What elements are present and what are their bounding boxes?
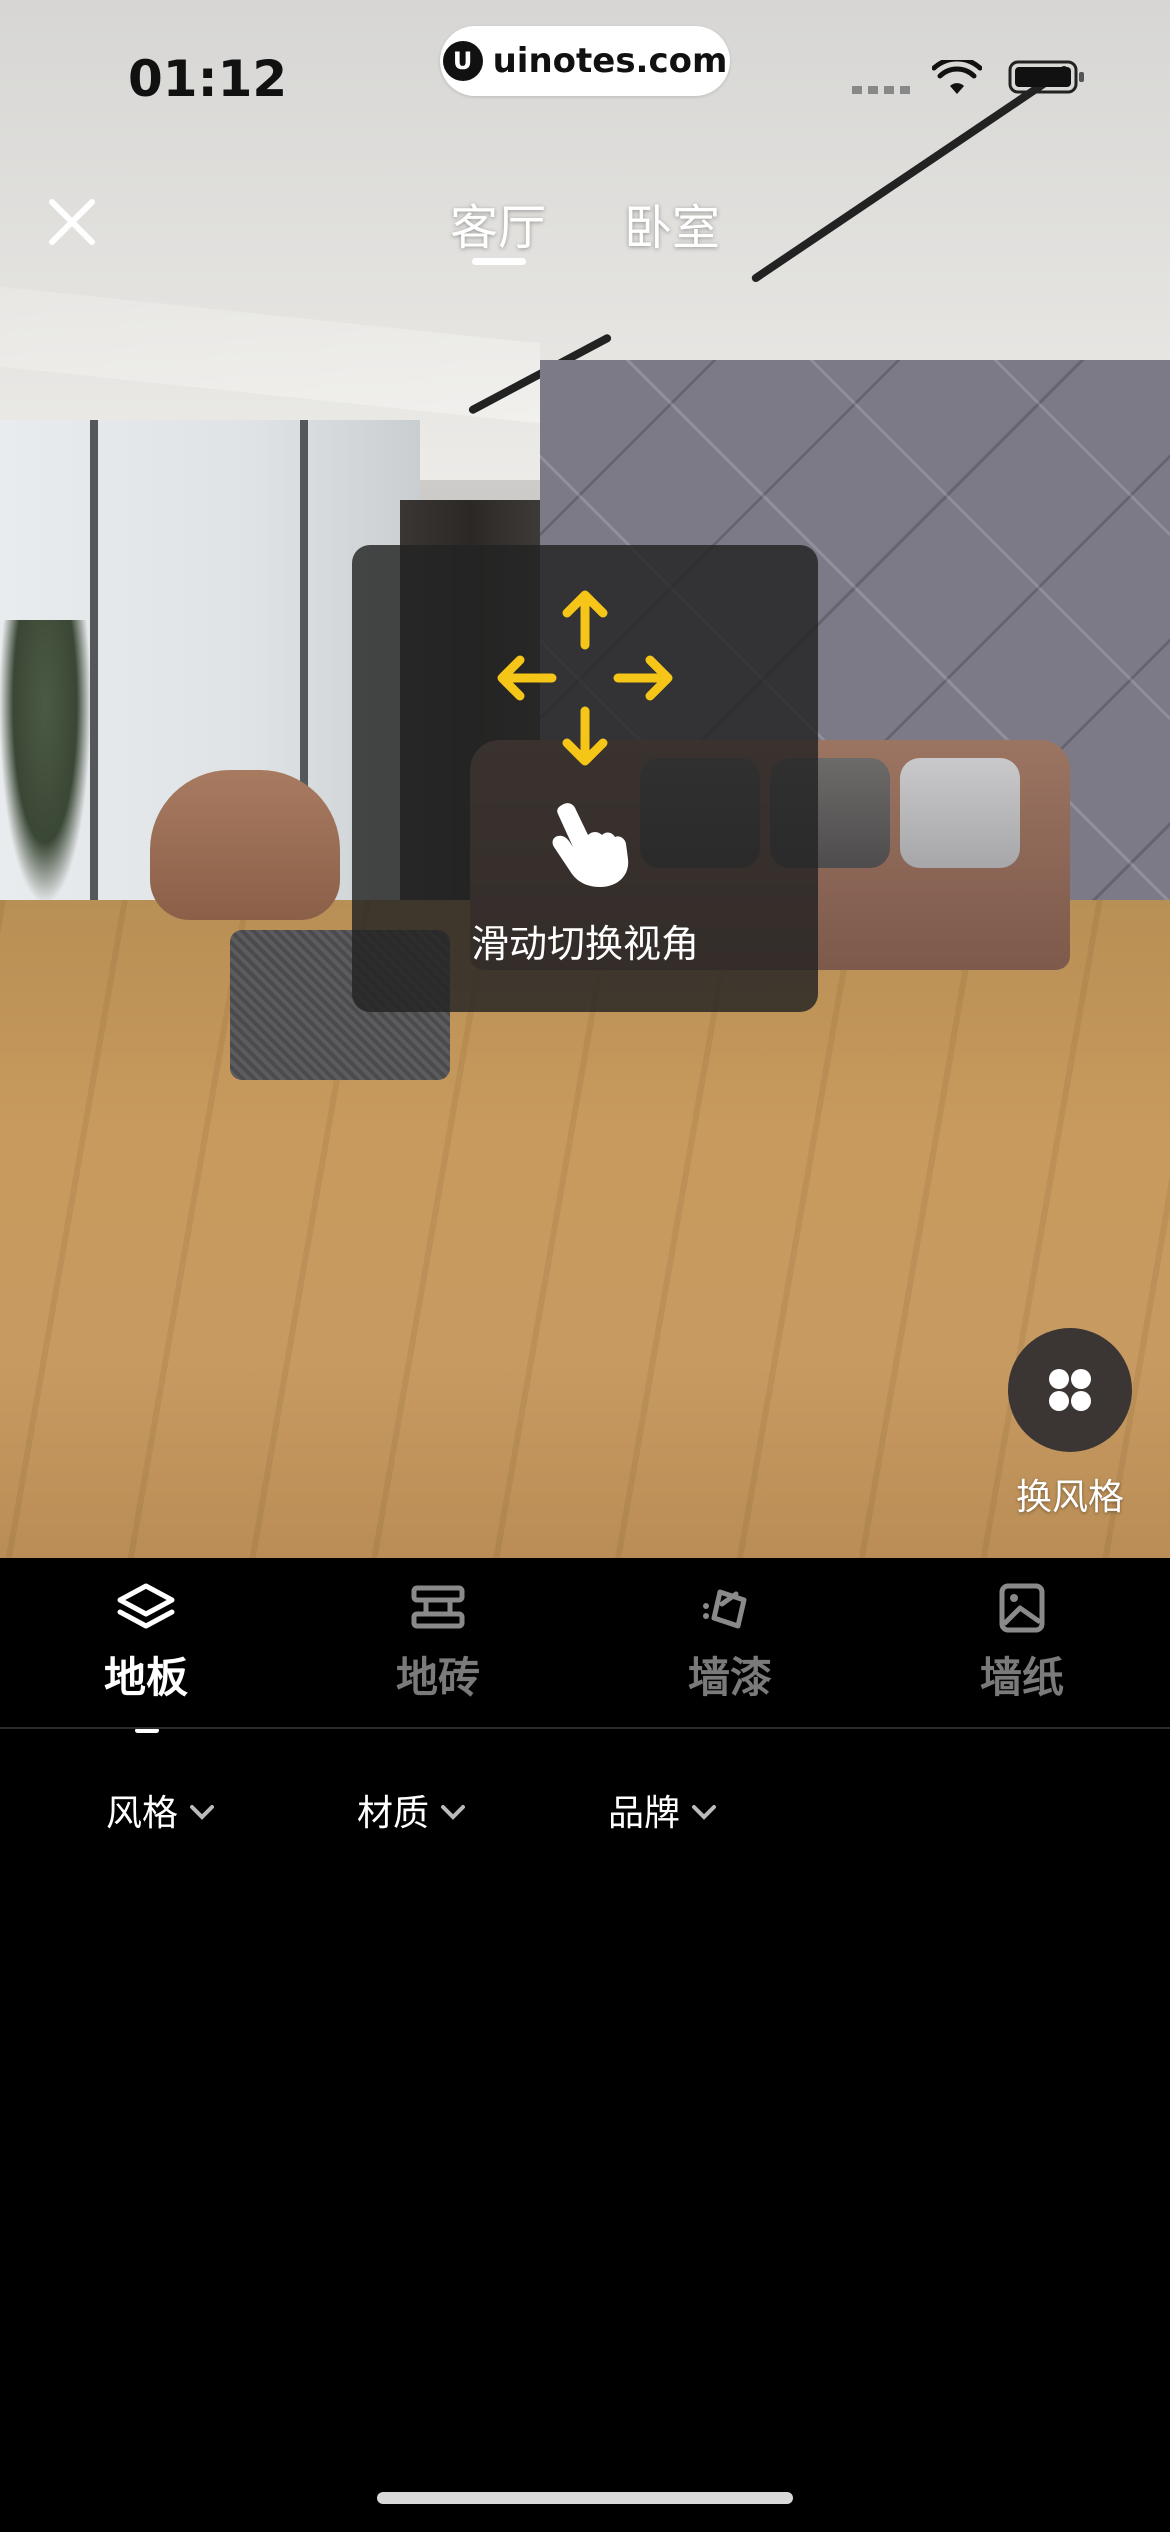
cellular-signal-icon bbox=[852, 86, 912, 94]
armchair bbox=[150, 770, 340, 920]
chevron-down-icon bbox=[441, 1805, 466, 1820]
site-logo-icon: U bbox=[442, 41, 483, 81]
filter-style-dropdown[interactable]: 风格 bbox=[106, 1784, 216, 1836]
filter-material-dropdown[interactable]: 材质 bbox=[357, 1784, 467, 1836]
four-dots-icon bbox=[1049, 1369, 1091, 1411]
url-pill: U uinotes.com bbox=[440, 26, 730, 96]
tab-wallpaper-label: 墙纸 bbox=[979, 1653, 1064, 1702]
tab-wall-paint-label: 墙漆 bbox=[687, 1653, 772, 1702]
panel-divider bbox=[0, 1727, 1170, 1729]
plant bbox=[0, 620, 90, 900]
close-icon[interactable] bbox=[46, 196, 98, 248]
layers-icon bbox=[117, 1583, 175, 1629]
wifi-icon bbox=[932, 60, 982, 94]
tab-bedroom[interactable]: 卧室 bbox=[624, 188, 720, 258]
filter-style-label: 风格 bbox=[106, 1793, 179, 1834]
filter-brand-dropdown[interactable]: 品牌 bbox=[608, 1784, 718, 1836]
home-indicator[interactable] bbox=[377, 2492, 793, 2504]
tab-floor-label: 地板 bbox=[103, 1653, 188, 1702]
chevron-down-icon bbox=[190, 1805, 215, 1820]
hand-pointer-icon bbox=[552, 803, 629, 887]
tab-floor[interactable]: 地板 bbox=[46, 1580, 246, 1705]
tab-tile[interactable]: 地砖 bbox=[338, 1580, 538, 1705]
battery-icon bbox=[1008, 60, 1084, 94]
change-style-label[interactable]: 换风格 bbox=[1000, 1468, 1140, 1520]
tab-living-room[interactable]: 客厅 bbox=[450, 188, 546, 258]
url-text: uinotes.com bbox=[492, 41, 728, 81]
tiles-icon bbox=[411, 1585, 465, 1629]
filter-material-label: 材质 bbox=[357, 1793, 430, 1834]
filter-brand-label: 品牌 bbox=[608, 1793, 681, 1834]
active-tab-indicator bbox=[472, 258, 526, 265]
chevron-down-icon bbox=[692, 1805, 717, 1820]
tab-wall-paint[interactable]: 墙漆 bbox=[630, 1580, 830, 1705]
status-time: 01:12 bbox=[128, 50, 288, 108]
change-style-button[interactable] bbox=[1008, 1328, 1132, 1452]
four-way-arrows-icon bbox=[497, 590, 673, 766]
tab-tile-label: 地砖 bbox=[395, 1653, 480, 1702]
swipe-hint-overlay: 滑动切换视角 bbox=[352, 545, 818, 1012]
material-panel: 地板 地砖 墙漆 墙纸 风格 材质 品牌 bbox=[0, 1558, 1170, 2532]
paint-bucket-icon bbox=[703, 1589, 747, 1629]
swipe-hint-text: 滑动切换视角 bbox=[470, 922, 699, 966]
wallpaper-icon bbox=[999, 1583, 1045, 1633]
tab-wallpaper[interactable]: 墙纸 bbox=[922, 1580, 1122, 1705]
